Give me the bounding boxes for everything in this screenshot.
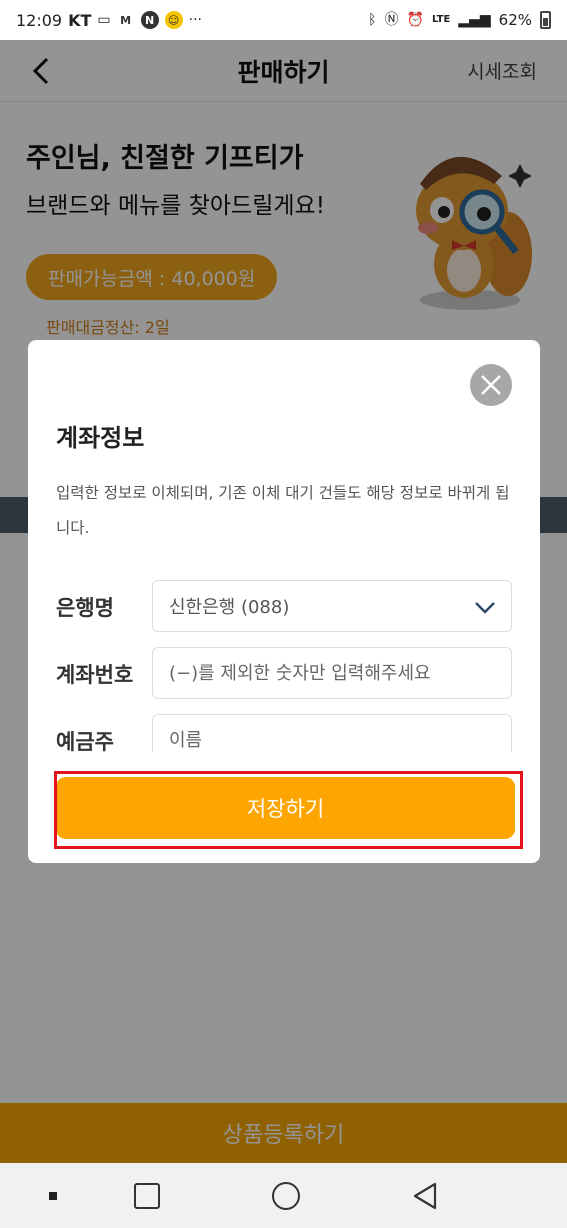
m-app-icon: M — [120, 13, 132, 27]
account-row: 계좌번호 — [56, 647, 512, 701]
bank-label: 은행명 — [56, 596, 114, 620]
close-button[interactable] — [470, 364, 512, 406]
account-label: 계좌번호 — [56, 663, 134, 687]
account-field-wrap — [152, 647, 512, 699]
dot-icon — [49, 1191, 57, 1200]
close-icon — [481, 375, 501, 395]
battery-icon — [540, 11, 551, 29]
holder-field-wrap — [152, 714, 512, 752]
system-nav-bar — [0, 1163, 567, 1228]
alarm-icon: ⏰ — [406, 12, 424, 28]
more-notifications-icon: ··· — [188, 12, 203, 28]
back-triangle-icon — [413, 1182, 437, 1209]
holder-row: 예금주 — [56, 714, 512, 752]
account-holder-input[interactable] — [169, 729, 511, 751]
lte-icon: LTE — [431, 14, 451, 25]
smiley-app-icon: ☺ — [164, 11, 183, 29]
recents-icon — [134, 1182, 160, 1209]
bluetooth-icon: ᛒ — [368, 12, 377, 28]
nfc-icon: Ⓝ — [384, 12, 399, 28]
account-number-input[interactable] — [169, 662, 511, 684]
form-scroll-area: 은행명 신한은행 (088) 계좌번호 예금주 — [28, 580, 540, 752]
bank-row: 은행명 신한은행 (088) — [56, 580, 512, 634]
nav-back-button[interactable] — [395, 1163, 455, 1228]
save-button-highlight — [54, 771, 523, 849]
holder-label: 예금주 — [56, 730, 114, 752]
home-icon — [272, 1181, 300, 1210]
message-icon: ▭ — [97, 12, 111, 28]
status-carrier: KT — [68, 10, 92, 30]
bank-select[interactable]: 신한은행 (088) — [152, 580, 512, 632]
modal-description: 입력한 정보로 이체되며, 기존 이체 대기 건들도 해당 정보로 바뀌게 됩니… — [56, 484, 510, 537]
battery-percent: 62% — [498, 11, 532, 29]
signal-icon: ▂▄▆ — [458, 12, 491, 28]
nav-home-button[interactable] — [256, 1163, 316, 1228]
status-time: 12:09 — [16, 10, 63, 30]
nav-menu-button[interactable] — [23, 1163, 83, 1228]
status-bar: 12:09 KT ▭ M N ☺ ··· ᛒ Ⓝ ⏰ LTE ▂▄▆ 62% — [0, 0, 567, 40]
chevron-down-icon — [475, 602, 495, 614]
bank-selected-value: 신한은행 (088) — [169, 597, 290, 618]
n-app-icon: N — [140, 11, 159, 29]
account-info-modal: 계좌정보 입력한 정보로 이체되며, 기존 이체 대기 건들도 해당 정보로 바… — [28, 340, 540, 863]
modal-title: 계좌정보 — [56, 424, 145, 452]
nav-recents-button[interactable] — [117, 1163, 177, 1228]
